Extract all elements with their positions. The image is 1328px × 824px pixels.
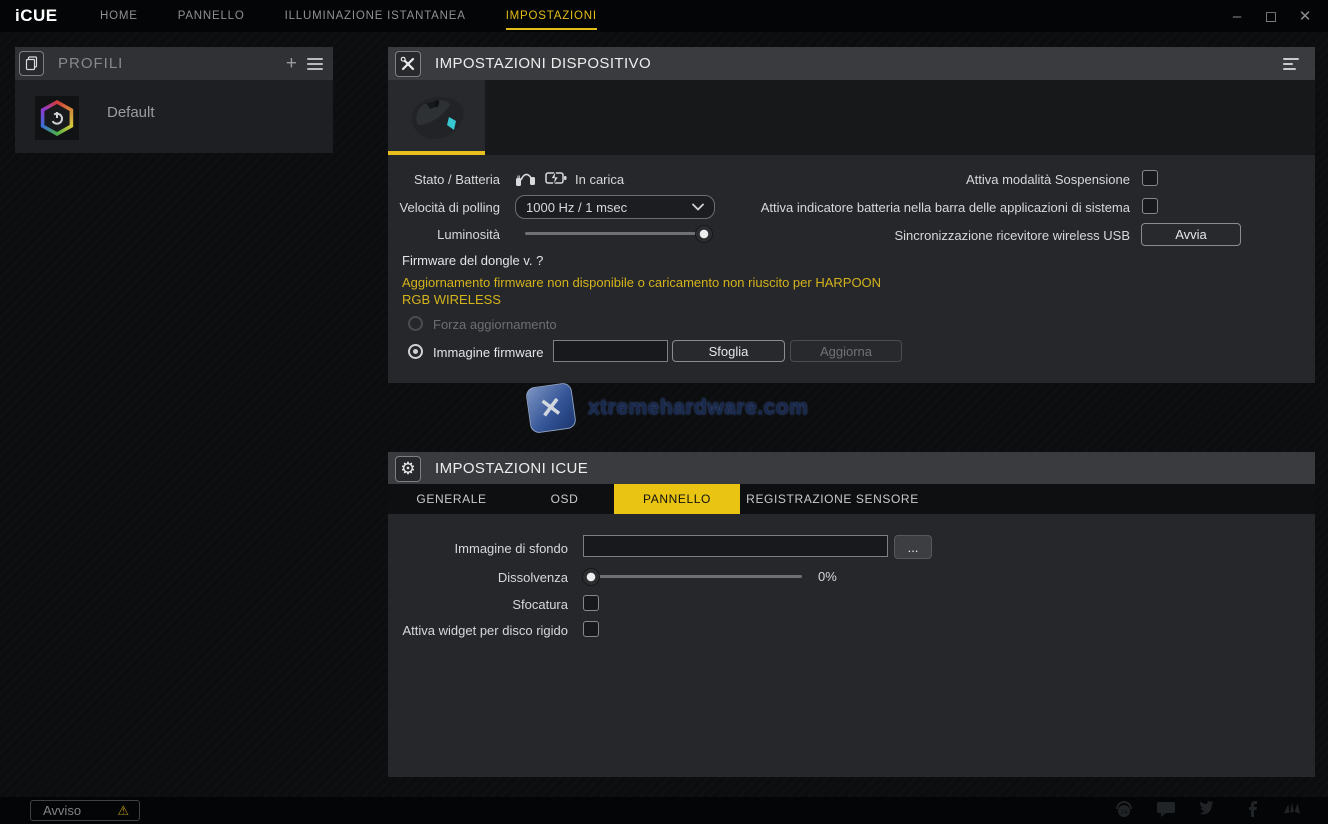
facebook-icon[interactable] — [1240, 800, 1260, 818]
profiles-menu-icon[interactable] — [307, 58, 323, 70]
window-controls: – ◻ ✕ — [1228, 0, 1314, 32]
fade-value: 0% — [818, 569, 837, 584]
minimize-button[interactable]: – — [1228, 8, 1246, 25]
icue-settings-header: ⚙ IMPOSTAZIONI ICUE — [388, 452, 1315, 485]
close-button[interactable]: ✕ — [1296, 7, 1314, 25]
nav-impostazioni[interactable]: IMPOSTAZIONI — [486, 0, 617, 32]
app-window: iCUE HOME PANNELLO ILLUMINAZIONE ISTANTA… — [0, 0, 1328, 824]
firmware-image-radio[interactable] — [408, 344, 423, 359]
fade-label: Dissolvenza — [388, 570, 568, 585]
social-links: 24 — [1114, 800, 1302, 818]
blur-checkbox[interactable] — [583, 595, 599, 611]
xtremehardware-logo-icon: ✕ — [525, 382, 577, 434]
hdd-widget-checkbox[interactable] — [583, 621, 599, 637]
gear-icon: ⚙ — [395, 456, 421, 482]
device-settings-header: IMPOSTAZIONI DISPOSITIVO — [388, 47, 1315, 80]
notice-button[interactable]: Avviso ⚠ — [30, 800, 140, 821]
icue-settings-body: Immagine di sfondo ... Dissolvenza 0% Sf… — [388, 514, 1315, 777]
background-image-label: Immagine di sfondo — [388, 541, 568, 556]
corsair-icon[interactable] — [1282, 800, 1302, 818]
xtremehardware-text: xtremehardware.com — [588, 396, 808, 420]
profile-avatar — [35, 96, 79, 140]
dongle-firmware-version: Firmware del dongle v. ? — [402, 253, 543, 268]
warning-icon: ⚠ — [117, 803, 129, 819]
force-update-radio[interactable] — [408, 316, 423, 331]
status-bar: Avviso ⚠ 24 — [0, 797, 1328, 824]
profiles-icon — [19, 51, 44, 76]
maximize-button[interactable]: ◻ — [1262, 7, 1280, 25]
icue-logo: iCUE — [15, 6, 80, 26]
tab-pannello[interactable]: PANNELLO — [614, 484, 740, 514]
notice-label: Avviso — [43, 803, 81, 818]
tools-icon — [395, 51, 421, 77]
browse-firmware-button[interactable]: Sfoglia — [672, 340, 785, 362]
battery-status-value: In carica — [575, 172, 624, 187]
tab-osd[interactable]: OSD — [515, 484, 614, 514]
firmware-image-label: Immagine firmware — [433, 345, 544, 360]
fade-slider-knob[interactable] — [583, 569, 599, 585]
browse-background-button[interactable]: ... — [894, 535, 932, 559]
hdd-widget-label: Attiva widget per disco rigido — [388, 623, 568, 638]
add-profile-icon[interactable]: + — [286, 54, 297, 73]
tab-generale[interactable]: GENERALE — [388, 484, 515, 514]
nav-pannello[interactable]: PANNELLO — [158, 0, 265, 32]
firmware-path-input[interactable] — [553, 340, 668, 362]
fade-slider[interactable] — [585, 575, 802, 578]
blur-label: Sfocatura — [388, 597, 568, 612]
icue-tabs: GENERALE OSD PANNELLO REGISTRAZIONE SENS… — [388, 484, 1315, 514]
battery-status-label: Stato / Batteria — [388, 172, 500, 187]
battery-tray-checkbox[interactable] — [1142, 198, 1158, 214]
device-settings-menu-icon[interactable] — [1283, 58, 1299, 70]
usb-cable-icon — [515, 169, 539, 187]
svg-text:24: 24 — [1120, 809, 1128, 816]
force-update-label: Forza aggiornamento — [433, 317, 557, 332]
support-24-icon[interactable]: 24 — [1114, 800, 1134, 818]
xtremehardware-watermark: ✕ xtremehardware.com — [528, 385, 808, 431]
device-settings-body: Stato / Batteria In carica Attiva modali… — [388, 155, 1315, 383]
battery-tray-label: Attiva indicatore batteria nella barra d… — [488, 200, 1130, 215]
update-firmware-button[interactable]: Aggiorna — [790, 340, 902, 362]
main-nav: HOME PANNELLO ILLUMINAZIONE ISTANTANEA I… — [80, 0, 617, 32]
icue-settings-title: IMPOSTAZIONI ICUE — [435, 460, 588, 477]
profile-name: Default — [107, 104, 155, 121]
tab-registrazione-sensore[interactable]: REGISTRAZIONE SENSORE — [740, 484, 925, 514]
polling-rate-label: Velocità di polling — [388, 200, 500, 215]
nav-home[interactable]: HOME — [80, 0, 158, 32]
start-sync-button[interactable]: Avvia — [1141, 223, 1241, 246]
mouse-image — [402, 91, 472, 145]
battery-charging-icon — [545, 170, 569, 186]
brightness-slider[interactable] — [525, 232, 712, 235]
nav-illuminazione-istantanea[interactable]: ILLUMINAZIONE ISTANTANEA — [265, 0, 486, 32]
brightness-label: Luminosità — [388, 227, 500, 242]
firmware-warning-text: Aggiornamento firmware non disponibile o… — [402, 274, 907, 308]
sleep-mode-checkbox[interactable] — [1142, 170, 1158, 186]
profiles-header: PROFILI + — [15, 47, 333, 80]
profile-item-default[interactable]: Default — [15, 80, 333, 153]
power-icon — [49, 110, 65, 126]
chat-icon[interactable] — [1156, 800, 1176, 818]
twitter-icon[interactable] — [1198, 800, 1218, 818]
device-tabstrip — [388, 80, 1315, 155]
device-settings-title: IMPOSTAZIONI DISPOSITIVO — [435, 55, 651, 72]
device-tab-harpoon-wireless[interactable] — [388, 80, 485, 155]
profiles-title: PROFILI — [58, 55, 123, 72]
background-image-input[interactable] — [583, 535, 888, 557]
usb-sync-label: Sincronizzazione ricevitore wireless USB — [688, 228, 1130, 243]
title-bar: iCUE HOME PANNELLO ILLUMINAZIONE ISTANTA… — [0, 0, 1328, 32]
sleep-mode-label: Attiva modalità Sospensione — [688, 172, 1130, 187]
